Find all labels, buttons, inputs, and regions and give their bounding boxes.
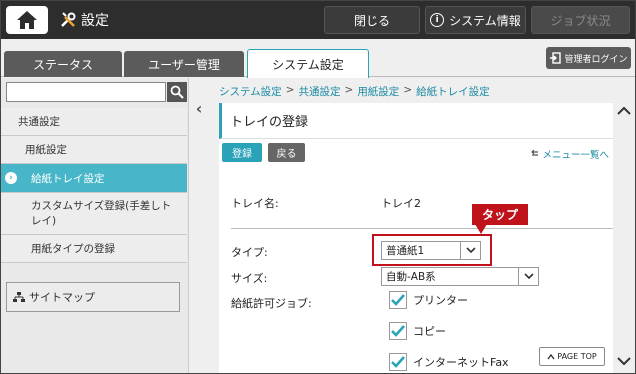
sidebar-collapse-button[interactable]: ‹	[190, 96, 208, 120]
scroll-down-icon[interactable]	[617, 351, 631, 370]
tap-annotation-text: タップ	[481, 208, 518, 222]
job-status-label: ジョブ状況	[550, 13, 611, 28]
breadcrumb-separator: >	[403, 84, 413, 96]
sidebar-item-tray-settings[interactable]: › 給紙トレイ設定	[1, 164, 187, 193]
sidebar-item-label: 共通設定	[18, 116, 60, 128]
job-printer-checkbox[interactable]: プリンター	[389, 291, 468, 309]
tab-status[interactable]: ステータス	[4, 51, 122, 77]
divider	[231, 228, 613, 229]
close-button-label: 閉じる	[353, 13, 390, 28]
sidebar-item-paper-settings[interactable]: 用紙設定	[1, 136, 187, 164]
sidebar-item-common-settings[interactable]: 共通設定	[1, 108, 187, 136]
sidebar-item-custom-size[interactable]: カスタムサイズ登録(手差しトレイ)	[1, 193, 187, 235]
sidebar-item-label: カスタムサイズ登録(手差しトレイ)	[31, 199, 172, 227]
size-select[interactable]: 自動-AB系	[381, 267, 539, 286]
tray-name-label: トレイ名:	[231, 197, 279, 210]
main-content: システム設定 > 共通設定 > 用紙設定 > 給紙トレイ設定 トレイの登録 登録…	[211, 78, 635, 373]
menu-list-label: メニュー一覧へ	[542, 150, 609, 161]
sidebar-item-paper-type[interactable]: 用紙タイプの登録	[1, 235, 187, 263]
register-label: 登録	[232, 149, 252, 160]
chevron-left-icon: ‹	[195, 98, 203, 118]
tap-annotation: タップ	[472, 204, 528, 225]
page-title-text: トレイの登録	[230, 115, 309, 130]
login-icon	[550, 52, 562, 64]
sidebar-item-label: 給紙トレイ設定	[31, 172, 105, 185]
search-button[interactable]	[167, 82, 187, 102]
back-button[interactable]: 戻る	[268, 143, 305, 162]
tray-name-value: トレイ2	[381, 197, 421, 210]
tap-annotation-pointer	[475, 224, 487, 234]
page-title: トレイの登録	[219, 103, 613, 139]
sidebar-item-label: 用紙タイプの登録	[31, 243, 115, 255]
admin-login-button[interactable]: 管理者ログイン	[546, 47, 631, 69]
job-status-button[interactable]: ジョブ状況	[531, 6, 630, 34]
breadcrumb-item[interactable]: 給紙トレイ設定	[416, 84, 490, 99]
breadcrumb: システム設定 > 共通設定 > 用紙設定 > 給紙トレイ設定	[219, 84, 490, 99]
register-button[interactable]: 登録	[222, 143, 262, 162]
allowed-jobs-label: 給紙許可ジョブ:	[231, 297, 312, 310]
job-label: コピー	[413, 325, 446, 338]
type-label: タイプ:	[231, 246, 268, 259]
return-arrow-icon	[531, 149, 539, 156]
search-icon	[170, 85, 184, 99]
settings-title-text: 設定	[81, 13, 109, 29]
breadcrumb-item[interactable]: 用紙設定	[357, 84, 399, 99]
tab-system-label: システム設定	[272, 57, 344, 72]
chevron-right-icon: ›	[5, 172, 17, 184]
sitemap-icon	[13, 291, 25, 302]
tab-status-label: ステータス	[32, 57, 93, 72]
top-bar: 設定 閉じる i システム情報 ジョブ状況	[1, 1, 635, 39]
size-label: サイズ:	[231, 272, 268, 285]
tab-system-settings[interactable]: システム設定	[247, 49, 369, 78]
checkbox-checked-icon	[389, 353, 407, 371]
breadcrumb-separator: >	[285, 84, 295, 96]
vertical-scrollbar[interactable]	[613, 99, 635, 373]
scroll-up-icon[interactable]	[617, 101, 631, 120]
page-top-button[interactable]: PAGE TOP	[539, 347, 605, 366]
checkbox-checked-icon	[389, 322, 407, 340]
sitemap-button[interactable]: サイトマップ	[6, 282, 180, 312]
breadcrumb-separator: >	[344, 84, 354, 96]
sidebar: 共通設定 用紙設定 › 給紙トレイ設定 カスタムサイズ登録(手差しトレイ) 用紙…	[1, 78, 189, 373]
sitemap-label: サイトマップ	[29, 291, 95, 304]
admin-login-label: 管理者ログイン	[564, 54, 628, 65]
tap-highlight-box	[372, 234, 492, 266]
job-ifax-checkbox[interactable]: インターネットFax	[389, 353, 509, 371]
panel-toolbar: 登録 戻る メニュー一覧へ	[219, 139, 613, 165]
tab-user-label: ユーザー管理	[148, 57, 220, 72]
breadcrumb-item[interactable]: 共通設定	[299, 84, 341, 99]
breadcrumb-item[interactable]: システム設定	[219, 84, 282, 99]
search-input[interactable]	[6, 82, 166, 102]
home-button[interactable]	[6, 6, 48, 34]
back-label: 戻る	[276, 149, 297, 160]
home-icon	[17, 11, 37, 29]
sidebar-search	[6, 82, 187, 102]
job-copy-checkbox[interactable]: コピー	[389, 322, 446, 340]
job-label: インターネットFax	[413, 356, 509, 369]
chevron-up-icon	[547, 353, 555, 359]
size-select-value: 自動-AB系	[386, 271, 436, 283]
wrench-screwdriver-icon	[61, 12, 76, 27]
app-frame: 設定 閉じる i システム情報 ジョブ状況 ステータス ユーザー管理 システム設…	[0, 0, 636, 374]
tab-bar: ステータス ユーザー管理 システム設定 管理者ログイン	[1, 39, 635, 78]
chevron-down-icon	[518, 268, 538, 285]
settings-title: 設定	[59, 10, 109, 30]
system-info-label: システム情報	[449, 13, 521, 28]
menu-list-link[interactable]: メニュー一覧へ	[530, 147, 609, 161]
tab-user-management[interactable]: ユーザー管理	[124, 51, 244, 77]
system-info-button[interactable]: i システム情報	[425, 6, 526, 34]
info-icon: i	[430, 13, 445, 27]
job-label: プリンター	[413, 294, 468, 307]
close-button[interactable]: 閉じる	[324, 6, 420, 34]
page-top-label: PAGE TOP	[557, 352, 597, 361]
sidebar-item-label: 用紙設定	[25, 144, 67, 156]
checkbox-checked-icon	[389, 291, 407, 309]
